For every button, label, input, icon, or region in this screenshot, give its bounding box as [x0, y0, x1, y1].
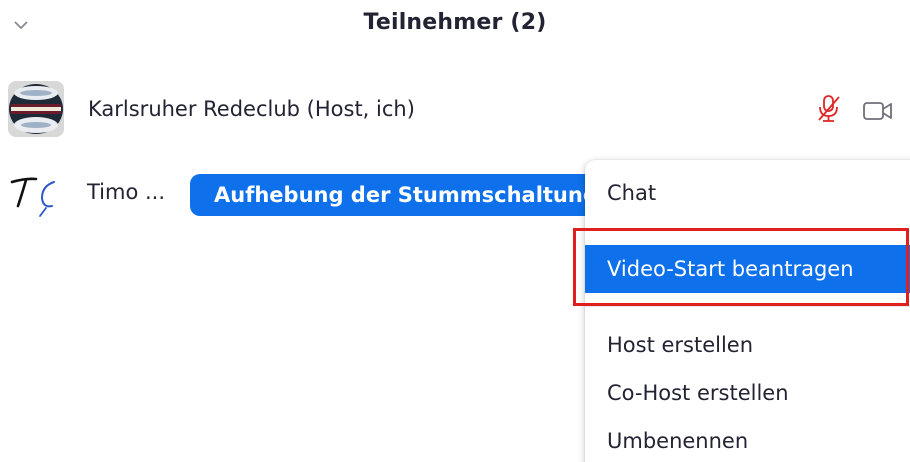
participant-name: Karlsruher Redeclub (Host, ich) — [88, 97, 415, 121]
menu-item-request-video-start[interactable]: Video-Start beantragen — [585, 245, 910, 293]
participant-name: Timo ... — [87, 180, 166, 204]
menu-divider — [585, 306, 910, 307]
menu-divider — [585, 230, 910, 231]
participant-context-menu: Chat Video-Start beantragen Host erstell… — [585, 160, 910, 462]
toastmasters-globe-icon — [8, 81, 64, 137]
panel-title: Teilnehmer (2) — [363, 10, 547, 35]
avatar — [6, 162, 66, 222]
signature-t-icon — [10, 177, 55, 217]
menu-item-make-cohost[interactable]: Co-Host erstellen — [585, 369, 910, 417]
menu-item-rename[interactable]: Umbenennen — [585, 417, 910, 462]
participants-panel: Teilnehmer (2) Karlsruher Redeclub (Host… — [0, 0, 910, 462]
menu-item-make-host[interactable]: Host erstellen — [585, 321, 910, 369]
avatar — [8, 81, 64, 137]
menu-item-chat[interactable]: Chat — [585, 169, 910, 217]
unmute-request-button[interactable]: Aufhebung der Stummschaltung — [190, 174, 620, 216]
video-camera-icon[interactable] — [862, 100, 894, 122]
mic-muted-icon[interactable] — [816, 94, 842, 124]
